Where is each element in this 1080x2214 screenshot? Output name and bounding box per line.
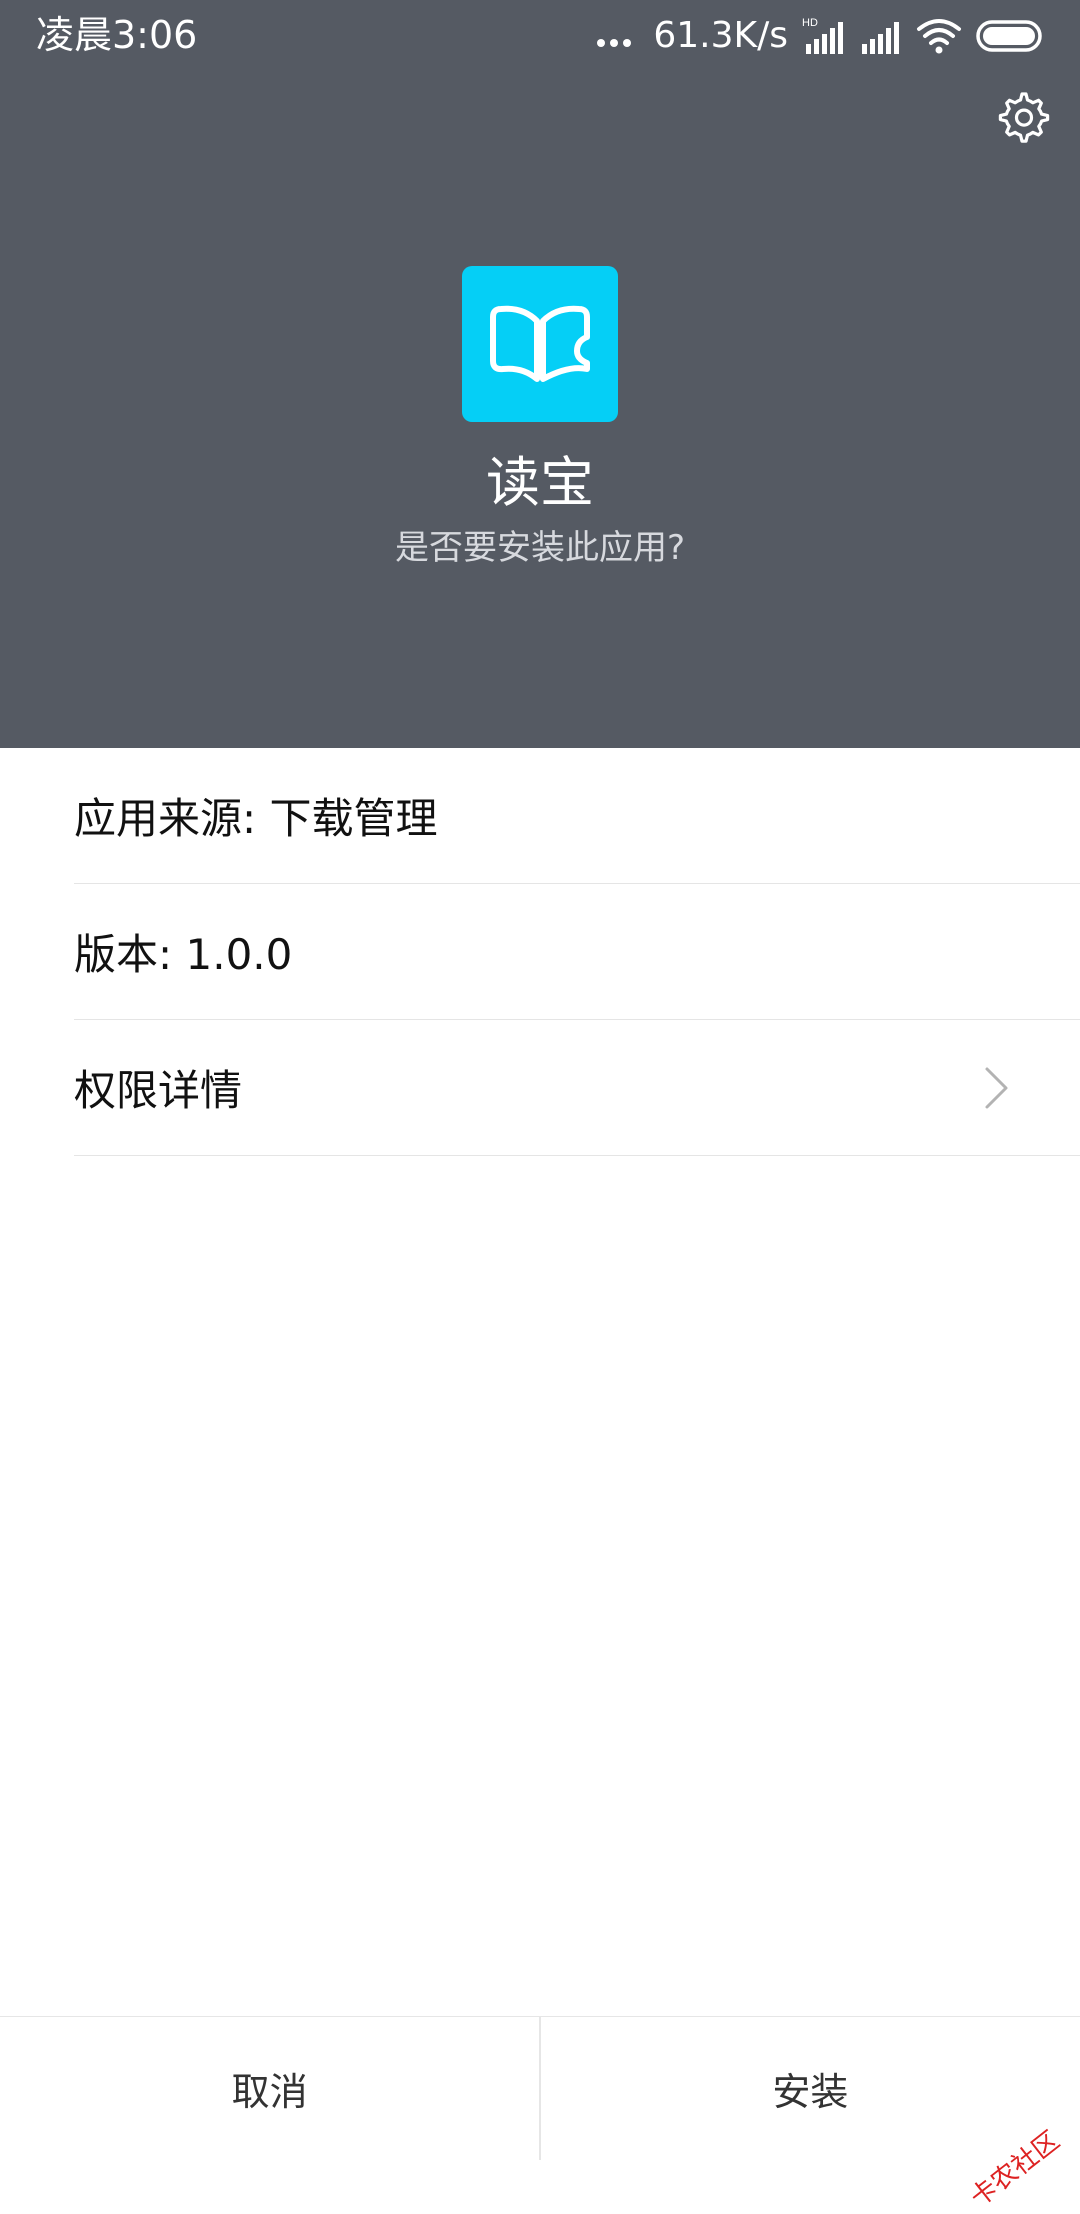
status-bar: 凌晨3:06 61.3K/s HD: [0, 0, 1080, 70]
chevron-right-icon: [985, 1067, 1008, 1108]
version-label: 版本: 1.0.0: [74, 930, 293, 979]
svg-text:HD: HD: [802, 17, 818, 29]
wifi-icon: [917, 19, 961, 54]
source-label: 应用来源: 下载管理: [74, 794, 438, 843]
version-row: 版本: 1.0.0: [74, 884, 1080, 1020]
signal-icon: [862, 22, 899, 54]
notification-dots-icon: [597, 39, 632, 47]
source-row: 应用来源: 下载管理: [74, 748, 1080, 884]
app-header: 凌晨3:06 61.3K/s HD 读宝 是否要安装此应用?: [0, 0, 1080, 748]
app-info-list: 应用来源: 下载管理 版本: 1.0.0 权限详情: [74, 748, 1080, 1156]
battery-icon: [976, 20, 1042, 52]
cancel-button[interactable]: 取消: [0, 2017, 539, 2160]
open-book-icon: [490, 305, 590, 382]
install-button[interactable]: 安装: [541, 2017, 1080, 2160]
status-time: 凌晨3:06: [36, 13, 198, 57]
hd-signal-icon: HD: [802, 17, 843, 54]
permission-details-label: 权限详情: [74, 1066, 243, 1115]
permission-details-row[interactable]: 权限详情: [74, 1020, 1080, 1156]
action-bar: 取消 安装: [0, 2016, 1080, 2160]
network-speed: 61.3K/s: [653, 15, 788, 56]
install-question: 是否要安装此应用?: [394, 528, 686, 568]
gear-icon[interactable]: [994, 88, 1050, 144]
app-icon: [462, 266, 618, 422]
status-icons: 61.3K/s HD: [597, 14, 1046, 58]
app-name: 读宝: [486, 451, 594, 514]
